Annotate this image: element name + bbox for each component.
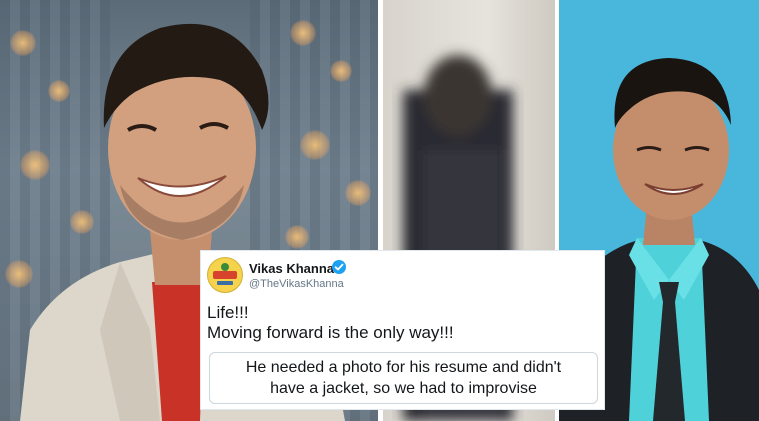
verified-check-mark	[334, 263, 344, 271]
tweet-handle[interactable]: @TheVikasKhanna	[249, 278, 344, 290]
tweet-card: Vikas Khanna @TheVikasKhanna Life!!! Mov…	[200, 250, 605, 410]
quote-text-line: have a jacket, so we had to improvise	[270, 380, 537, 397]
tweet-text-line: Moving forward is the only way!!!	[207, 323, 454, 342]
quoted-caption-box: He needed a photo for his resume and did…	[209, 352, 598, 404]
tweet-display-name[interactable]: Vikas Khanna	[249, 261, 334, 276]
verified-badge-icon	[332, 260, 346, 274]
quote-text-line: He needed a photo for his resume and did…	[245, 359, 562, 376]
avatar-logo-icon[interactable]	[207, 257, 243, 293]
tweet-text-line: Life!!!	[207, 303, 249, 322]
avatar-logo-graphic	[209, 259, 241, 291]
